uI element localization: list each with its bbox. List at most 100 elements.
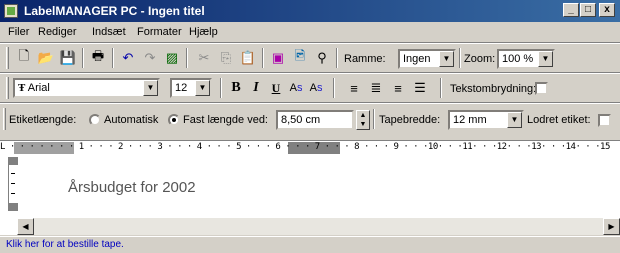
length-input[interactable]: 8,50 cm [276, 110, 354, 130]
label-text[interactable]: Årsbudget for 2002 [68, 179, 196, 196]
toolbar-separator [333, 78, 335, 98]
format-icon[interactable]: ▨ [162, 48, 182, 68]
horizontal-ruler[interactable]: L · · · · · · · 1 · · · 2 · · · 3 · · · … [0, 140, 620, 155]
length-spinner[interactable]: ▲ ▼ [356, 110, 370, 130]
corner [0, 218, 17, 235]
copy-icon[interactable]: ⎘ [216, 48, 236, 68]
ruler-scale: L · · · · · · · 1 · · · 2 · · · 3 · · · … [0, 142, 610, 152]
app-window: LabelMANAGER PC - Ingen titel _ □ x File… [0, 0, 620, 253]
app-icon[interactable] [4, 4, 18, 18]
window-title: LabelMANAGER PC - Ingen titel [24, 4, 205, 18]
fixed-label[interactable]: Fast længde ved: [183, 114, 268, 126]
standard-toolbar: 🗋 📂 💾 🖶 ↶ ↷ ▨ ✂ ⎘ 📋 ▣ 🖻 ⚲ Ramme: Ingen ▼… [0, 44, 620, 72]
chevron-down-icon[interactable]: ▼ [538, 51, 553, 67]
vertical-ruler [8, 157, 18, 211]
chevron-down-icon[interactable]: ▼ [143, 80, 158, 96]
ramme-value: Ingen [403, 53, 431, 65]
bold-button[interactable]: B [226, 78, 246, 98]
subscript-letter: A [309, 82, 317, 94]
tape-label: Tapebredde: [379, 114, 441, 126]
wrap-checkbox[interactable] [535, 82, 548, 95]
insert-image-icon[interactable]: 🖻 [290, 48, 310, 68]
toolbar-separator [186, 48, 188, 68]
toolbar-separator [459, 48, 461, 68]
insert-text-icon[interactable]: ▣ [268, 48, 288, 68]
chevron-down-icon[interactable]: ▼ [439, 51, 454, 67]
superscript-button[interactable]: AS [286, 78, 306, 98]
ruler-margin [9, 203, 18, 211]
zoom-value: 100 % [502, 53, 534, 65]
ruler-tick [11, 173, 15, 174]
toolbar-separator [220, 78, 222, 98]
length-label: Etiketlængde: [9, 114, 77, 126]
size-select[interactable]: 12 ▼ [170, 78, 212, 98]
menu-bar: Filer Rediger Indsæt Formater Hjælp [0, 22, 620, 42]
menu-filer[interactable]: Filer [8, 26, 29, 38]
toolbar-grip[interactable] [3, 108, 6, 130]
paste-icon[interactable]: 📋 [238, 48, 258, 68]
open-icon[interactable]: 📂 [36, 48, 56, 68]
maximize-button[interactable]: □ [580, 3, 596, 17]
tape-value: 12 mm [453, 114, 487, 126]
redo-icon[interactable]: ↷ [140, 48, 160, 68]
menu-hjaelp[interactable]: Hjælp [189, 26, 218, 38]
superscript-letter: A [289, 82, 297, 94]
ramme-select[interactable]: Ingen ▼ [398, 49, 456, 69]
align-center-icon[interactable]: ≣ [366, 78, 386, 98]
undo-icon[interactable]: ↶ [118, 48, 138, 68]
toolbar-separator [373, 109, 375, 129]
subscript-button[interactable]: AS [306, 78, 326, 98]
minimize-button[interactable]: _ [563, 3, 579, 17]
label-editor[interactable]: Årsbudget for 2002 [0, 155, 620, 218]
title-bar[interactable]: LabelMANAGER PC - Ingen titel _ □ x [0, 0, 620, 22]
toolbar-separator [82, 48, 84, 68]
wrap-label: Tekstombrydning: [450, 83, 537, 95]
ramme-label: Ramme: [344, 53, 386, 65]
toolbar-separator [336, 48, 338, 68]
scroll-right-icon[interactable]: ▶ [603, 218, 620, 235]
superscript-mark: S [297, 83, 303, 93]
close-button[interactable]: x [599, 3, 615, 17]
format-toolbar: Ŧ Arial ▼ 12 ▼ B I U AS AS ≡ ≣ ≡ ☰ Tekst… [0, 74, 620, 102]
size-value: 12 [175, 82, 188, 94]
length-value: 8,50 cm [281, 114, 321, 126]
zoom-select[interactable]: 100 % ▼ [497, 49, 555, 69]
align-justify-icon[interactable]: ☰ [410, 78, 430, 98]
auto-radio[interactable] [89, 114, 101, 126]
order-tape-link[interactable]: Klik her for at bestille tape. [6, 239, 124, 250]
font-value: Arial [27, 82, 50, 94]
cut-icon[interactable]: ✂ [194, 48, 214, 68]
tape-select[interactable]: 12 mm ▼ [448, 110, 524, 130]
toolbar-separator [262, 48, 264, 68]
ruler-margin [9, 157, 18, 165]
save-icon[interactable]: 💾 [58, 48, 78, 68]
italic-button[interactable]: I [246, 78, 266, 98]
menu-rediger[interactable]: Rediger [38, 26, 77, 38]
horizontal-scrollbar[interactable]: ◀ ▶ [17, 218, 620, 235]
underline-button[interactable]: U [266, 78, 286, 98]
align-left-icon[interactable]: ≡ [344, 78, 364, 98]
auto-label[interactable]: Automatisk [104, 114, 158, 126]
font-select[interactable]: Ŧ Arial ▼ [13, 78, 160, 98]
chevron-down-icon[interactable]: ▼ [507, 112, 522, 128]
toolbar-separator [112, 48, 114, 68]
scroll-left-icon[interactable]: ◀ [17, 218, 34, 235]
subscript-mark: S [317, 83, 323, 93]
toolbar-grip[interactable] [6, 77, 9, 99]
fixed-radio[interactable] [168, 114, 180, 126]
menu-indsaet[interactable]: Indsæt [92, 26, 126, 38]
toolbar-separator [440, 78, 442, 98]
status-bar: Klik her for at bestille tape. [0, 236, 620, 253]
new-icon[interactable]: 🗋 [14, 48, 34, 68]
menu-formater[interactable]: Formater [137, 26, 182, 38]
align-right-icon[interactable]: ≡ [388, 78, 408, 98]
print-icon[interactable]: 🖶 [88, 48, 108, 68]
label-toolbar: Etiketlængde: Automatisk Fast længde ved… [0, 104, 620, 132]
chevron-down-icon[interactable]: ▼ [195, 80, 210, 96]
ruler-tick [11, 193, 15, 194]
insert-symbol-icon[interactable]: ⚲ [312, 48, 332, 68]
toolbar-grip[interactable] [6, 47, 9, 69]
ruler-tick [11, 183, 15, 184]
zoom-label: Zoom: [464, 53, 496, 65]
vertical-checkbox[interactable] [598, 114, 611, 127]
